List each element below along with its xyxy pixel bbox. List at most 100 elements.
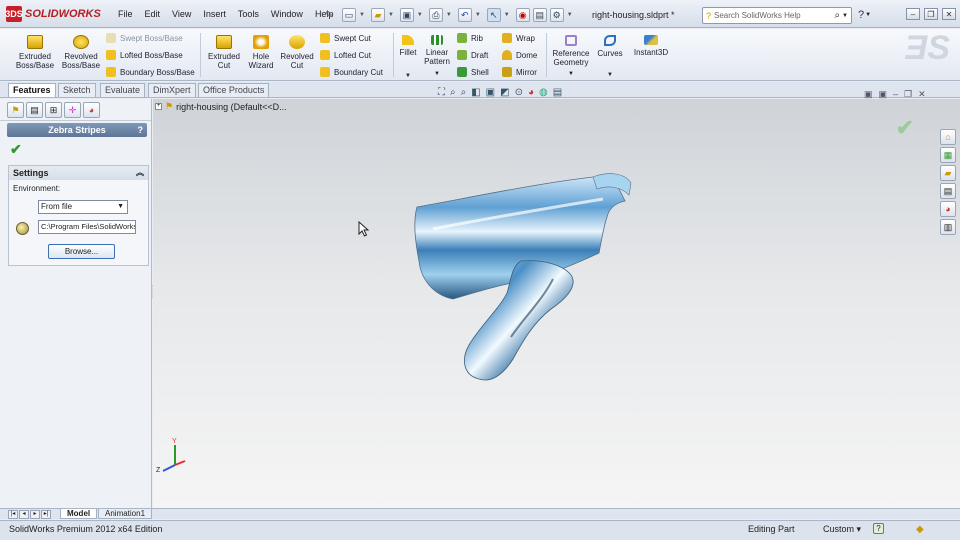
feature-tree-flyout[interactable]: + ⚑ right-housing (Default<<D... [155,101,287,112]
curves-button[interactable]: Curves ▼ [595,35,625,80]
next-tab-icon[interactable]: ▸ [30,510,40,519]
viewport-split-icon[interactable]: ▣ [879,89,888,100]
lofted-cut-button[interactable]: Lofted Cut [320,50,371,60]
menu-file[interactable]: File [112,9,139,19]
linear-pattern-dropdown-icon[interactable]: ▼ [422,70,452,79]
file-properties-icon[interactable]: ▤ [532,8,547,22]
viewport-restore-button[interactable]: ❐ [904,89,912,100]
environment-select[interactable]: From file ▼ [38,200,128,214]
viewport-tile-icon[interactable]: ▣ [864,89,873,100]
edit-appearance-icon[interactable]: ◕ [528,87,534,98]
tab-animation1[interactable]: Animation1 [98,509,153,519]
swept-cut-button[interactable]: Swept Cut [320,33,371,43]
settings-group-header[interactable]: Settings ︽ [9,166,148,180]
configuration-manager-tab-icon[interactable]: ⊞ [45,102,62,118]
collapse-chevron-icon[interactable]: ︽ [136,166,144,180]
solidworks-logo[interactable]: 3DS SOLIDWORKS [5,5,101,23]
view-settings-icon[interactable]: ▤ [553,87,562,98]
fillet-button[interactable]: Fillet ▼ [397,35,419,81]
prev-tab-icon[interactable]: ◂ [19,510,29,519]
menu-window[interactable]: Window [265,9,309,19]
minimize-button[interactable]: – [906,8,920,20]
boundary-cut-button[interactable]: Boundary Cut [320,67,383,77]
first-tab-icon[interactable]: |◂ [8,510,18,519]
instant3d-button[interactable]: Instant3D [631,35,671,57]
zoom-to-area-icon[interactable]: ⌕ [450,87,456,98]
chevron-down-icon[interactable]: ▼ [446,12,452,18]
help-icon[interactable]: ? ▼ [858,7,871,23]
new-document-icon[interactable]: ▭ [342,8,356,22]
appearances-icon[interactable]: ◕ [940,201,956,217]
unit-system-selector[interactable]: Custom ▾ [823,524,861,535]
display-style-icon[interactable]: ◩ [500,87,509,98]
curves-dropdown-icon[interactable]: ▼ [595,71,625,80]
menu-tools[interactable]: Tools [232,9,265,19]
file-explorer-icon[interactable]: ▰ [940,165,956,181]
chevron-down-icon[interactable]: ▼ [417,12,423,18]
boundary-boss-button[interactable]: Boundary Boss/Base [106,67,195,77]
rebuild-icon[interactable]: ◉ [515,8,530,22]
revolved-cut-button[interactable]: Revolved Cut [278,35,316,70]
chevron-down-icon[interactable]: ▼ [475,12,481,18]
confirmation-check-icon[interactable]: ✔ [896,115,914,141]
viewport-minimize-button[interactable]: – [893,89,898,100]
section-view-icon[interactable]: ◧ [471,87,480,98]
menu-view[interactable]: View [166,9,197,19]
menu-edit[interactable]: Edit [139,9,167,19]
custom-properties-icon[interactable]: ▥ [940,219,956,235]
open-folder-icon[interactable]: ▰ [370,8,385,22]
viewport-close-button[interactable]: ✕ [918,89,926,100]
hole-wizard-button[interactable]: Hole Wizard [245,35,277,70]
dimxpert-manager-tab-icon[interactable]: ✛ [64,102,81,118]
search-icon[interactable]: ⌕ [834,10,840,21]
last-tab-icon[interactable]: ▸| [41,510,51,519]
rebuild-status-icon[interactable]: ◆ [916,524,924,535]
zoom-to-fit-icon[interactable]: ⛶ [438,87,445,98]
tab-features[interactable]: Features [8,83,56,97]
view-orientation-icon[interactable]: ▣ [486,87,495,98]
draft-button[interactable]: Draft [457,50,488,60]
tab-sketch[interactable]: Sketch [58,83,96,97]
save-icon[interactable]: ▣ [399,8,414,22]
tab-evaluate[interactable]: Evaluate [100,83,146,97]
browse-button[interactable]: Browse... [48,244,115,259]
part-model-zebra-stripes[interactable] [403,169,643,409]
reference-geometry-dropdown-icon[interactable]: ▼ [550,70,592,79]
tab-office-products[interactable]: Office Products [198,83,270,97]
view-palette-icon[interactable]: ▤ [940,183,956,199]
feature-manager-tab-icon[interactable]: ⚑ [7,102,24,118]
apply-scene-icon[interactable]: ◍ [539,87,548,98]
close-button[interactable]: ✕ [942,8,956,20]
swept-boss-button[interactable]: Swept Boss/Base [106,33,183,43]
options-icon[interactable]: ⚙ [549,8,564,22]
quick-tips-icon[interactable]: ? [873,523,884,534]
select-arrow-icon[interactable]: ↖ [486,8,501,22]
environment-path-field[interactable]: C:\Program Files\SolidWorks [38,220,136,234]
ok-checkmark-icon[interactable]: ✔ [10,141,22,158]
reference-geometry-button[interactable]: Reference Geometry ▼ [550,35,592,79]
tab-dimxpert[interactable]: DimXpert [148,83,196,97]
lofted-boss-button[interactable]: Lofted Boss/Base [106,50,183,60]
search-help-field[interactable]: ? Search SolidWorks Help ⌕ ▼ [702,7,852,24]
pin-menu-icon[interactable]: ✎ [325,7,333,23]
property-manager-tab-icon[interactable]: ▤ [26,102,43,118]
home-icon[interactable]: ⌂ [940,129,956,145]
fillet-dropdown-icon[interactable]: ▼ [397,72,419,81]
design-library-icon[interactable]: ▦ [940,147,956,163]
restore-button[interactable]: ❐ [924,8,938,20]
chevron-down-icon[interactable]: ▼ [388,12,394,18]
dome-button[interactable]: Dome [502,50,537,60]
expand-icon[interactable]: + [155,103,162,110]
chevron-down-icon[interactable]: ▼ [504,12,510,18]
tab-model[interactable]: Model [60,509,98,519]
extruded-boss-button[interactable]: Extruded Boss/Base [14,35,56,70]
print-icon[interactable]: ⎙ [428,8,443,22]
revolved-boss-button[interactable]: Revolved Boss/Base [60,35,102,70]
chevron-down-icon[interactable]: ▼ [842,13,848,19]
menu-insert[interactable]: Insert [197,9,232,19]
previous-view-icon[interactable]: ⌕ [461,87,467,98]
shell-button[interactable]: Shell [457,67,489,77]
undo-icon[interactable]: ↶ [457,8,472,22]
chevron-down-icon[interactable]: ▼ [567,12,573,18]
graphics-area[interactable]: + ⚑ right-housing (Default<<D... ✔ ⌂ ▦ ▰… [153,99,960,508]
